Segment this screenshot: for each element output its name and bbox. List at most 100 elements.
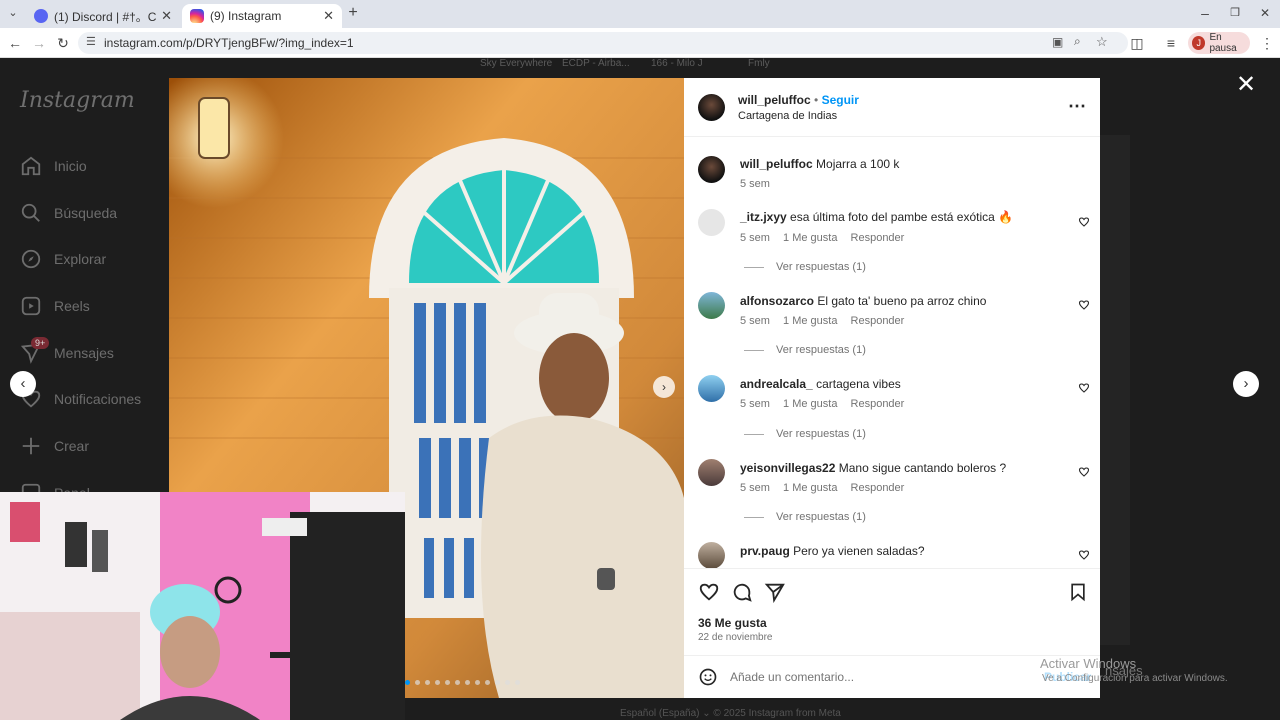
comment-avatar[interactable] [698,375,725,402]
next-post-button[interactable]: › [1233,371,1259,397]
comment-text: Pero ya vienen saladas? [793,544,925,558]
comment-icon[interactable] [731,581,753,603]
new-tab-button[interactable]: + [344,4,362,22]
minimize-window-button[interactable]: – [1196,4,1214,22]
save-bookmark-icon[interactable] [1068,581,1088,603]
comment-likes[interactable]: 1 Me gusta [783,315,837,327]
like-comment-icon[interactable] [1078,382,1090,394]
carousel-next-button[interactable]: › [653,376,675,398]
nav-item-reels[interactable]: Reels [20,295,90,317]
view-replies-button[interactable]: Ver respuestas (1) [744,428,866,440]
input-divider [684,655,1100,656]
caption-time: 5 sem [740,178,770,190]
story-label[interactable]: Sky Everywhere [480,58,552,69]
comment-text: esa última foto del pambe está exótica 🔥 [790,210,1014,224]
close-tab-icon[interactable]: ✕ [323,8,334,24]
comment-likes[interactable]: 1 Me gusta [783,482,837,494]
zoom-icon[interactable]: ⌕ [1074,34,1081,49]
browser-tab-bar: ⌄ (1) Discord | #†。CHAT-GENE ✕ (9) Insta… [0,0,1280,28]
previous-post-button[interactable]: ‹ [10,371,36,397]
caption-username[interactable]: will_peluffoc [740,157,813,171]
reply-button[interactable]: Responder [851,398,905,410]
profile-button[interactable]: J En pausa [1188,32,1250,54]
nav-item-busqueda[interactable]: Búsqueda [20,202,117,224]
view-replies-button[interactable]: Ver respuestas (1) [744,344,866,356]
close-window-button[interactable]: ✕ [1256,4,1274,22]
comment-input[interactable] [730,667,1030,687]
likes-count[interactable]: 36 Me gusta [698,616,767,630]
story-label[interactable]: ECDP - Airba... [562,58,630,69]
browser-toolbar: ← → ↻ ☰ instagram.com/p/DRYTjengBFw/?img… [0,28,1280,58]
comment-row: yeisonvillegas22 Mano sigue cantando bol… [740,461,1040,475]
comment-username[interactable]: prv.paug [740,544,790,558]
close-tab-icon[interactable]: ✕ [161,8,172,24]
instagram-logo[interactable]: Instagram [20,88,135,113]
author-username[interactable]: will_peluffoc [738,93,811,107]
like-comment-icon[interactable] [1078,466,1090,478]
comment-meta: 5 sem 1 Me gusta Responder [740,398,914,410]
story-label[interactable]: Fmly [748,58,770,69]
like-comment-icon[interactable] [1078,216,1090,228]
reply-button[interactable]: Responder [851,315,905,327]
carousel-dot [455,680,460,685]
comment-username[interactable]: alfonsozarco [740,294,814,308]
tab-list-chevron-icon[interactable]: ⌄ [4,4,22,22]
bookmark-star-icon[interactable]: ☆ [1096,34,1108,50]
like-comment-icon[interactable] [1078,299,1090,311]
close-modal-button[interactable]: ✕ [1236,70,1256,99]
nav-item-explorar[interactable]: Explorar [20,248,106,270]
comment-likes[interactable]: 1 Me gusta [783,232,837,244]
page-footer: Español (España) ⌄ © 2025 Instagram from… [620,708,841,719]
story-label[interactable]: 166 - Milo J [651,58,703,69]
comment-time: 5 sem [740,232,770,244]
address-bar[interactable]: ☰ instagram.com/p/DRYTjengBFw/?img_index… [78,32,1128,54]
tab-discord[interactable]: (1) Discord | #†。CHAT-GENE ✕ [26,4,180,28]
reading-list-icon[interactable]: ≡ [1162,34,1180,52]
author-avatar[interactable] [698,94,725,121]
nav-item-notificaciones[interactable]: Notificaciones [20,388,141,410]
site-info-icon[interactable]: ☰ [86,35,96,48]
nav-item-inicio[interactable]: Inicio [20,155,87,177]
view-replies-label: Ver respuestas (1) [776,511,866,523]
view-replies-button[interactable]: Ver respuestas (1) [744,261,866,273]
more-options-icon[interactable]: ⋯ [1068,96,1086,117]
browser-menu-icon[interactable]: ⋮ [1258,34,1276,52]
restore-window-button[interactable]: ❒ [1226,4,1244,22]
like-post-icon[interactable] [698,581,720,603]
windows-activation-subtitle: Ve a Configuración para activar Windows. [1042,673,1228,684]
nav-label: Notificaciones [54,391,142,407]
comment-text: El gato ta' bueno pa arroz chino [817,294,987,308]
replies-line [744,349,764,351]
extensions-icon[interactable]: ◫ [1128,34,1146,52]
comment-avatar[interactable] [698,542,725,569]
comment-avatar[interactable] [698,209,725,236]
follow-button[interactable]: Seguir [822,93,859,107]
comment-username[interactable]: andrealcala_ [740,377,813,391]
comment-likes[interactable]: 1 Me gusta [783,398,837,410]
post-location[interactable]: Cartagena de Indias [738,110,837,122]
comment-row: prv.paug Pero ya vienen saladas? [740,544,1040,558]
reload-button[interactable]: ↻ [54,34,72,52]
comment-avatar[interactable] [698,292,725,319]
nav-label: Reels [54,298,90,314]
like-comment-icon[interactable] [1078,549,1090,561]
webcam-overlay [0,492,405,720]
emoji-icon[interactable] [698,667,718,687]
share-icon[interactable] [764,581,786,603]
post-header: will_peluffoc • Seguir [738,93,859,107]
tab-instagram[interactable]: (9) Instagram ✕ [182,4,342,28]
comment-username[interactable]: yeisonvillegas22 [740,461,835,475]
install-app-icon[interactable]: ▣ [1052,35,1063,49]
comment-time: 5 sem [740,398,770,410]
forward-button[interactable]: → [30,34,48,52]
comment-username[interactable]: _itz.jxyy [740,210,787,224]
nav-item-crear[interactable]: Crear [20,435,89,457]
carousel-dot [435,680,440,685]
comment-avatar[interactable] [698,459,725,486]
caption-avatar[interactable] [698,156,725,183]
view-replies-button[interactable]: Ver respuestas (1) [744,511,866,523]
reply-button[interactable]: Responder [851,232,905,244]
reply-button[interactable]: Responder [851,482,905,494]
back-button[interactable]: ← [6,34,24,52]
actions-divider [684,568,1100,569]
